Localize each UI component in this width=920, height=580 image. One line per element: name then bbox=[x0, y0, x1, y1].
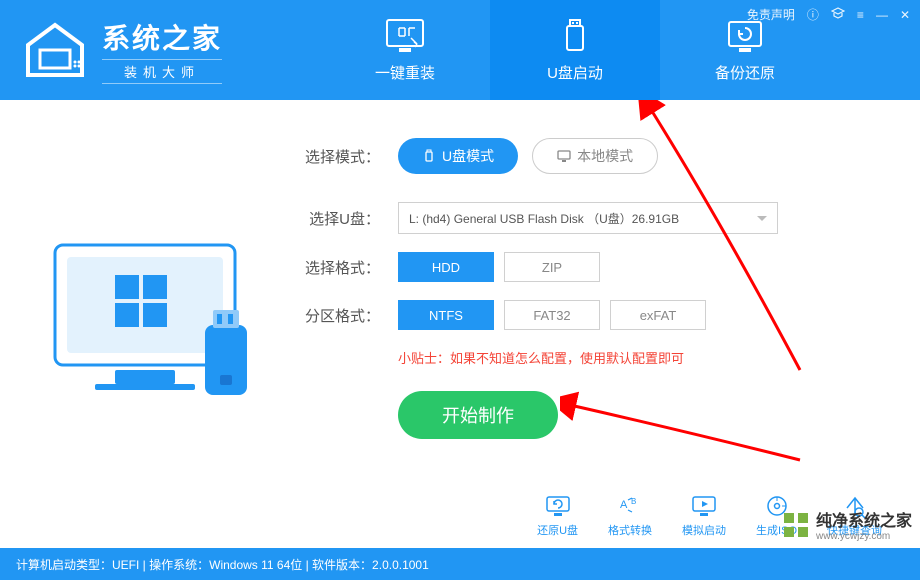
window-controls: 免责声明 ⓘ ≡ — ✕ bbox=[747, 6, 910, 23]
watermark-url: www.ycwjzy.com bbox=[816, 531, 912, 542]
mode-label: 选择模式： bbox=[300, 146, 380, 167]
format-hdd-button[interactable]: HDD bbox=[398, 252, 494, 282]
pill-label: U盘模式 bbox=[442, 146, 494, 166]
tool-label: 模拟启动 bbox=[682, 522, 726, 538]
svg-text:A: A bbox=[620, 499, 628, 511]
usb-drive-icon bbox=[555, 18, 595, 54]
monitor-small-icon bbox=[557, 149, 571, 163]
tab-reinstall[interactable]: 一键重装 bbox=[320, 0, 490, 100]
menu-icon[interactable]: ≡ bbox=[857, 8, 864, 22]
house-logo-icon bbox=[20, 20, 90, 80]
partition-fat32-button[interactable]: FAT32 bbox=[504, 300, 600, 330]
logo-subtitle: 装机大师 bbox=[102, 59, 222, 84]
partition-exfat-button[interactable]: exFAT bbox=[610, 300, 706, 330]
form-area: 选择模式： U盘模式 本地模式 选择U盘： L: (hd4) General U… bbox=[300, 130, 880, 500]
format-label: 选择格式： bbox=[300, 257, 380, 278]
watermark: 纯净系统之家 www.ycwjzy.com bbox=[782, 507, 912, 542]
tool-format-convert[interactable]: AB 格式转换 bbox=[608, 494, 652, 538]
watermark-icon bbox=[782, 511, 810, 539]
tool-label: 还原U盘 bbox=[537, 522, 578, 538]
partition-ntfs-button[interactable]: NTFS bbox=[398, 300, 494, 330]
watermark-title: 纯净系统之家 bbox=[816, 513, 912, 530]
main-content: 选择模式： U盘模式 本地模式 选择U盘： L: (hd4) General U… bbox=[0, 100, 920, 520]
logo-title: 系统之家 bbox=[102, 17, 222, 57]
pill-label: 本地模式 bbox=[577, 146, 633, 166]
illustration bbox=[40, 130, 270, 500]
tab-usb-boot[interactable]: U盘启动 bbox=[490, 0, 660, 100]
restore-icon bbox=[544, 494, 572, 518]
simulate-icon bbox=[690, 494, 718, 518]
mode-usb-button[interactable]: U盘模式 bbox=[398, 138, 518, 174]
footer-bar: 计算机启动类型：UEFI | 操作系统：Windows 11 64位 | 软件版… bbox=[0, 548, 920, 580]
usb-small-icon bbox=[422, 149, 436, 163]
tab-label: U盘启动 bbox=[547, 62, 603, 83]
tip-text: 小贴士：如果不知道怎么配置，使用默认配置即可 bbox=[398, 348, 880, 367]
header: 系统之家 装机大师 一键重装 U盘启动 备份还原 免责声明 ⓘ ≡ — ✕ bbox=[0, 0, 920, 100]
tab-label: 一键重装 bbox=[375, 62, 435, 83]
tool-label: 格式转换 bbox=[608, 522, 652, 538]
usb-select-value: L: (hd4) General USB Flash Disk （U盘）26.9… bbox=[409, 210, 679, 227]
tool-restore-usb[interactable]: 还原U盘 bbox=[537, 494, 578, 538]
tab-label: 备份还原 bbox=[715, 62, 775, 83]
mode-local-button[interactable]: 本地模式 bbox=[532, 138, 658, 174]
tool-simulate-boot[interactable]: 模拟启动 bbox=[682, 494, 726, 538]
info-icon[interactable]: ⓘ bbox=[807, 6, 819, 23]
logo-area: 系统之家 装机大师 bbox=[20, 17, 222, 84]
usb-select-label: 选择U盘： bbox=[300, 208, 380, 229]
monitor-icon bbox=[385, 18, 425, 54]
close-icon[interactable]: ✕ bbox=[900, 8, 910, 22]
footer-text: 计算机启动类型：UEFI | 操作系统：Windows 11 64位 | 软件版… bbox=[16, 556, 429, 573]
minimize-icon[interactable]: — bbox=[876, 8, 888, 22]
graduation-icon[interactable] bbox=[831, 7, 845, 22]
usb-select-dropdown[interactable]: L: (hd4) General USB Flash Disk （U盘）26.9… bbox=[398, 202, 778, 234]
disclaimer-link[interactable]: 免责声明 bbox=[747, 6, 795, 23]
convert-icon: AB bbox=[616, 494, 644, 518]
partition-label: 分区格式： bbox=[300, 305, 380, 326]
format-zip-button[interactable]: ZIP bbox=[504, 252, 600, 282]
start-button[interactable]: 开始制作 bbox=[398, 391, 558, 439]
